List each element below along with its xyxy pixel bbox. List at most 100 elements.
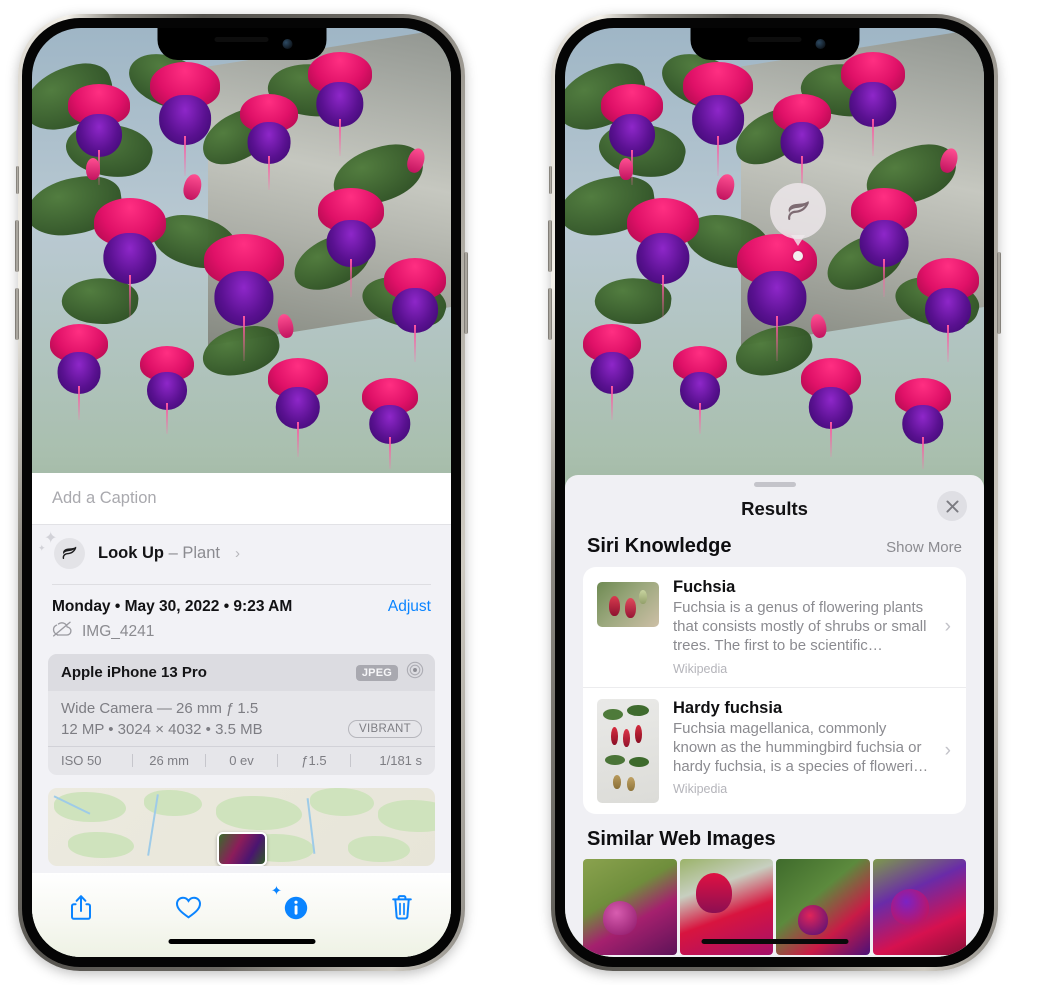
cloud-slash-icon <box>52 621 73 642</box>
close-icon <box>946 500 958 512</box>
fuchsia-flower <box>851 188 917 298</box>
volume-up-button[interactable] <box>548 220 552 272</box>
file-name: IMG_4241 <box>82 622 155 640</box>
power-button[interactable] <box>464 252 468 334</box>
hardy-fuchsia-thumbnail <box>597 698 659 803</box>
knowledge-card-source: Wikipedia <box>673 661 728 676</box>
left-iphone-device: Add a Caption ✦ ✦ Look Up – Plant › Mond… <box>15 14 468 971</box>
earpiece-speaker <box>747 37 802 42</box>
caption-placeholder: Add a Caption <box>52 489 157 507</box>
favorite-button[interactable] <box>165 887 211 927</box>
date-row: Monday • May 30, 2022 • 9:23 AM Adjust <box>32 585 451 616</box>
exif-header-badges: JPEG <box>355 661 424 684</box>
fuchsia-flower <box>841 52 905 156</box>
capture-date: Monday • May 30, 2022 • 9:23 AM <box>52 598 293 615</box>
front-camera <box>815 39 825 49</box>
exif-body: Wide Camera — 26 mm ƒ 1.5 12 MP • 3024 ×… <box>48 691 435 746</box>
fuchsia-flower <box>204 234 284 362</box>
exif-stats-row: ISO 50 26 mm 0 ev ƒ1.5 1/181 s <box>48 746 435 775</box>
location-map-preview[interactable] <box>48 788 435 866</box>
sparkle-icon: ✦ <box>271 883 282 898</box>
adjust-button[interactable]: Adjust <box>388 598 431 616</box>
home-indicator[interactable] <box>701 939 848 944</box>
knowledge-card-source: Wikipedia <box>673 782 728 797</box>
fuchsia-flower <box>362 378 418 469</box>
exif-stat: 1/181 s <box>379 753 423 768</box>
web-image-thumbnail[interactable] <box>872 858 966 955</box>
knowledge-card-body: Hardy fuchsia Fuchsia magellanica, commo… <box>673 699 931 803</box>
fuchsia-flower <box>801 358 861 457</box>
exif-stat: ISO 50 <box>61 753 102 768</box>
share-button[interactable] <box>58 887 104 927</box>
notch <box>690 28 859 60</box>
look-up-row[interactable]: ✦ ✦ Look Up – Plant › <box>32 525 451 584</box>
delete-button[interactable] <box>379 887 425 927</box>
fuchsia-thumbnail <box>597 582 659 627</box>
knowledge-card-description: Fuchsia magellanica, commonly known as t… <box>673 719 929 775</box>
knowledge-card-list: Fuchsia Fuchsia is a genus of flowering … <box>583 567 966 814</box>
exif-stat: 0 ev <box>229 753 254 768</box>
results-sheet: Results Siri Knowledge Show More Fuchsia… <box>565 475 984 957</box>
lens-info: Wide Camera — 26 mm ƒ 1.5 <box>61 700 259 717</box>
flower-bud <box>619 158 633 180</box>
front-camera <box>282 39 292 49</box>
volume-up-button[interactable] <box>15 220 19 272</box>
fuchsia-flower <box>384 258 446 362</box>
exif-stat: 26 mm <box>149 753 189 768</box>
photo-info-panel: Add a Caption ✦ ✦ Look Up – Plant › Mond… <box>32 473 451 957</box>
fuchsia-flower <box>308 52 372 156</box>
look-up-label: Look Up – Plant <box>98 544 220 563</box>
image-size-info: 12 MP • 3024 × 4032 • 3.5 MB <box>61 720 263 738</box>
badge-dot <box>793 251 803 261</box>
aperture-icon <box>406 661 424 684</box>
exif-stat: ƒ1.5 <box>301 753 327 768</box>
knowledge-card-body: Fuchsia Fuchsia is a genus of flowering … <box>673 578 931 676</box>
fuchsia-flower <box>94 198 166 318</box>
right-phone-bezel: Results Siri Knowledge Show More Fuchsia… <box>555 18 994 967</box>
leaf-icon <box>770 183 826 239</box>
fuchsia-flower <box>601 84 663 186</box>
file-row: IMG_4241 <box>32 616 451 654</box>
look-up-subject: Plant <box>182 544 220 562</box>
notch <box>157 28 326 60</box>
home-indicator[interactable] <box>168 939 315 944</box>
fuchsia-flower <box>683 62 753 177</box>
fuchsia-flower <box>895 378 951 469</box>
exif-header: Apple iPhone 13 Pro JPEG <box>48 654 435 691</box>
knowledge-card[interactable]: Fuchsia Fuchsia is a genus of flowering … <box>583 567 966 687</box>
fuchsia-flower <box>150 62 220 177</box>
fuchsia-flower <box>673 346 727 435</box>
caption-field[interactable]: Add a Caption <box>32 473 451 525</box>
volume-down-button[interactable] <box>548 288 552 340</box>
similar-web-images-header: Similar Web Images <box>565 814 984 859</box>
show-more-button[interactable]: Show More <box>886 539 962 556</box>
device-name: Apple iPhone 13 Pro <box>61 664 207 681</box>
fuchsia-flower <box>917 258 979 362</box>
look-up-badge: ✦ ✦ <box>38 531 85 569</box>
fuchsia-flower <box>268 358 328 457</box>
info-button[interactable]: ✦ <box>271 883 318 927</box>
badge-pointer <box>791 235 805 246</box>
chevron-right-icon: › <box>944 615 951 637</box>
fuchsia-flower <box>140 346 194 435</box>
mute-switch[interactable] <box>549 166 552 194</box>
visual-lookup-indicator[interactable] <box>770 183 826 261</box>
close-button[interactable] <box>937 491 967 521</box>
fuchsia-flower <box>68 84 130 186</box>
chevron-right-icon: › <box>944 739 951 761</box>
web-image-thumbnail[interactable] <box>583 858 677 955</box>
power-button[interactable] <box>997 252 1001 334</box>
fuchsia-flower <box>627 198 699 318</box>
left-phone-screen: Add a Caption ✦ ✦ Look Up – Plant › Mond… <box>32 28 451 957</box>
knowledge-card[interactable]: Hardy fuchsia Fuchsia magellanica, commo… <box>583 686 966 814</box>
left-phone-bezel: Add a Caption ✦ ✦ Look Up – Plant › Mond… <box>22 18 461 967</box>
look-up-separator: – <box>164 544 183 562</box>
exif-card: Apple iPhone 13 Pro JPEG Wide Camera — 2… <box>48 654 435 775</box>
knowledge-card-description: Fuchsia is a genus of flowering plants t… <box>673 599 927 655</box>
format-badge: JPEG <box>355 664 398 681</box>
fuchsia-flower <box>240 94 298 191</box>
volume-down-button[interactable] <box>15 288 19 340</box>
section-title: Siri Knowledge <box>587 535 732 557</box>
mute-switch[interactable] <box>16 166 19 194</box>
photo-pin <box>216 831 267 866</box>
